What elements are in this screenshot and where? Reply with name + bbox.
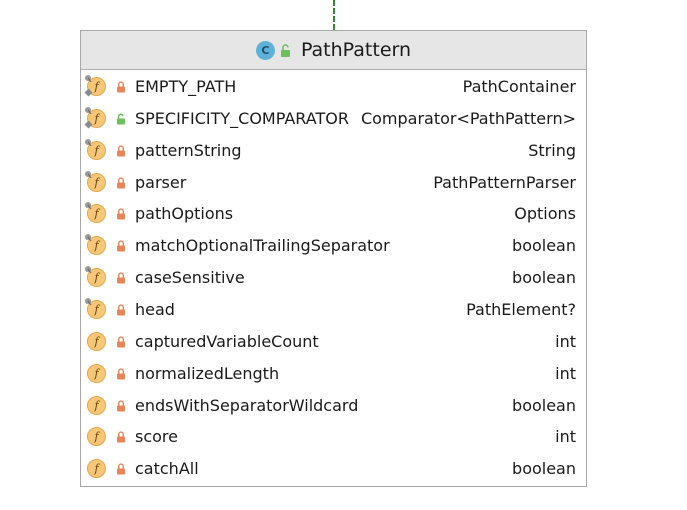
private-lock-icon — [117, 81, 125, 93]
field-type: PathElement? — [466, 299, 576, 319]
private-lock-icon — [117, 431, 125, 443]
static-icon — [84, 120, 93, 129]
field-name: score — [135, 427, 178, 447]
field-row[interactable]: f caseSensitive boolean — [81, 265, 586, 293]
inheritance-connector-line — [333, 0, 335, 30]
field-row[interactable]: f head PathElement? — [81, 297, 586, 325]
private-lock-icon — [117, 463, 125, 475]
field-name: EMPTY_PATH — [135, 77, 237, 96]
field-name: head — [135, 299, 175, 319]
private-lock-icon — [117, 145, 125, 157]
field-type: boolean — [512, 395, 576, 415]
field-name: caseSensitive — [135, 268, 245, 288]
field-row[interactable]: f endsWithSeparatorWildcard boolean — [81, 393, 586, 421]
field-icon: f — [87, 427, 106, 447]
field-icon: f — [87, 363, 106, 383]
class-name: PathPattern — [300, 39, 412, 61]
field-icon: f — [87, 331, 106, 351]
final-pin-icon — [85, 297, 92, 305]
public-unlock-icon — [280, 43, 290, 57]
field-name: patternString — [135, 140, 242, 160]
field-name: pathOptions — [135, 204, 234, 224]
final-pin-icon — [85, 202, 92, 210]
class-header[interactable]: C PathPattern — [81, 31, 586, 70]
final-pin-icon — [85, 75, 92, 82]
field-row[interactable]: f pathOptions Options — [81, 201, 586, 229]
final-pin-icon — [85, 170, 92, 178]
private-lock-icon — [117, 368, 125, 380]
static-icon — [84, 88, 93, 97]
field-row[interactable]: f parser PathPatternParser — [81, 170, 586, 198]
private-lock-icon — [117, 304, 125, 316]
field-type: PathContainer — [462, 77, 576, 96]
field-row[interactable]: f capturedVariableCount int — [81, 329, 586, 357]
field-name: normalizedLength — [135, 363, 280, 383]
final-pin-icon — [85, 106, 92, 114]
field-name: capturedVariableCount — [135, 331, 319, 351]
field-row[interactable]: f catchAll boolean — [81, 456, 586, 484]
field-type: PathPatternParser — [433, 172, 576, 192]
field-type: Options — [514, 204, 576, 224]
final-pin-icon — [85, 266, 92, 274]
field-row[interactable]: f SPECIFICITY_COMPARATOR Comparator<PathPa… — [81, 106, 586, 134]
private-lock-icon — [117, 399, 125, 411]
final-pin-icon — [85, 138, 92, 146]
field-row[interactable]: f patternString String — [81, 138, 586, 166]
field-type: boolean — [512, 236, 576, 256]
field-row[interactable]: f score int — [81, 424, 586, 452]
private-lock-icon — [117, 208, 125, 220]
final-pin-icon — [85, 234, 92, 242]
field-row[interactable]: f EMPTY_PATH PathContainer — [81, 74, 586, 102]
public-unlock-icon — [117, 113, 125, 125]
field-icon: f — [87, 395, 106, 415]
field-type: int — [555, 427, 576, 447]
field-icon: f — [87, 459, 106, 479]
field-type: boolean — [512, 268, 576, 288]
class-icon: C — [255, 40, 275, 60]
field-name: catchAll — [135, 459, 199, 479]
field-name: matchOptionalTrailingSeparator — [135, 236, 390, 256]
field-type: int — [555, 331, 576, 351]
private-lock-icon — [117, 272, 125, 284]
field-type: boolean — [512, 459, 576, 479]
class-box[interactable]: C PathPattern f EMPTY_PATH PathContainer f S… — [80, 30, 587, 487]
private-lock-icon — [117, 336, 125, 348]
field-type: Comparator<PathPattern> — [360, 108, 576, 128]
field-name: SPECIFICITY_COMPARATOR — [135, 108, 349, 128]
field-name: parser — [135, 172, 187, 192]
field-row[interactable]: f matchOptionalTrailingSeparator boolean — [81, 233, 586, 261]
field-type: String — [528, 140, 576, 160]
private-lock-icon — [117, 240, 125, 252]
private-lock-icon — [117, 176, 125, 189]
field-type: int — [555, 363, 576, 383]
field-name: endsWithSeparatorWildcard — [135, 395, 359, 415]
field-row[interactable]: f normalizedLength int — [81, 361, 586, 389]
